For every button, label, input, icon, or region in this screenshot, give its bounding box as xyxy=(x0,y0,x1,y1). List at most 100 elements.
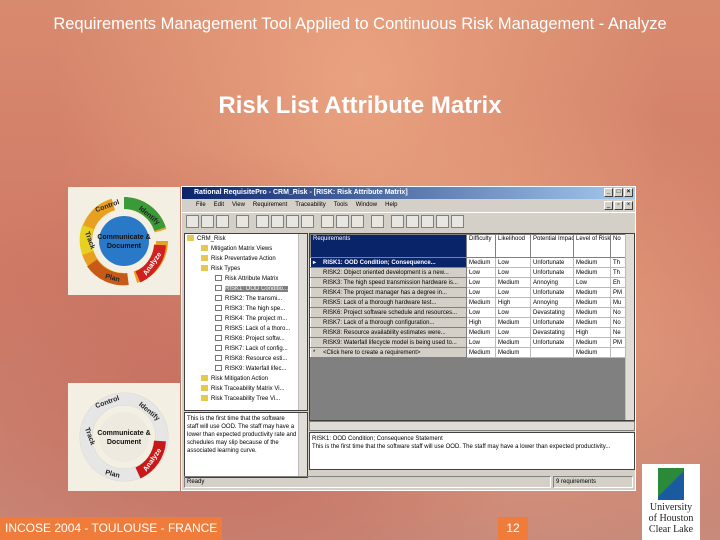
menu-help[interactable]: Help xyxy=(385,199,397,212)
toolbar-button-icon[interactable] xyxy=(186,215,199,228)
attribute-cell[interactable]: High xyxy=(466,317,496,328)
minimize-button[interactable]: _ xyxy=(604,188,613,197)
requirement-cell[interactable]: * <Click here to create a requirement> xyxy=(310,347,467,358)
table-row[interactable]: RISK8: Resource availability estimates w… xyxy=(310,327,627,338)
menu-window[interactable]: Window xyxy=(356,199,377,212)
toolbar-button-icon[interactable] xyxy=(336,215,349,228)
matrix-vertical-scrollbar[interactable] xyxy=(625,234,634,420)
attribute-cell[interactable]: Low xyxy=(466,277,496,288)
requirement-cell[interactable]: RISK8: Resource availability estimates w… xyxy=(310,327,467,338)
tree-item[interactable]: RISK8: Resource esti... xyxy=(185,354,307,364)
attribute-cell[interactable]: Devastating xyxy=(530,327,574,338)
attribute-cell[interactable]: High xyxy=(573,327,611,338)
requirement-cell[interactable]: RISK3: The high speed transmission hardw… xyxy=(310,277,467,288)
doc-close-button[interactable]: × xyxy=(624,201,633,210)
attribute-cell[interactable]: High xyxy=(495,297,531,308)
attribute-cell[interactable]: Annoying xyxy=(530,297,574,308)
maximize-button[interactable]: □ xyxy=(614,188,623,197)
attribute-cell[interactable]: Low xyxy=(495,307,531,318)
attribute-cell[interactable]: Low xyxy=(573,277,611,288)
toolbar-button-icon[interactable] xyxy=(451,215,464,228)
menu-edit[interactable]: Edit xyxy=(214,199,224,212)
toolbar-button-icon[interactable] xyxy=(236,215,249,228)
attribute-cell[interactable]: Unfortunate xyxy=(530,267,574,278)
attribute-cell[interactable]: Medium xyxy=(495,317,531,328)
tree-item[interactable]: RISK9: Waterfall lifec... xyxy=(185,364,307,374)
attribute-cell[interactable]: Medium xyxy=(573,257,611,268)
attribute-cell[interactable]: Medium xyxy=(573,267,611,278)
attribute-cell[interactable]: Unfortunate xyxy=(530,257,574,268)
matrix-horizontal-scrollbar[interactable] xyxy=(309,421,635,431)
toolbar-button-icon[interactable] xyxy=(321,215,334,228)
attribute-cell[interactable]: Devastating xyxy=(530,307,574,318)
attribute-cell[interactable]: Low xyxy=(466,307,496,318)
toolbar-button-icon[interactable] xyxy=(216,215,229,228)
tree-item[interactable]: RISK1: OOD Conditio... xyxy=(185,284,307,294)
menu-view[interactable]: View xyxy=(232,199,245,212)
attribute-cell[interactable]: Medium xyxy=(573,297,611,308)
tree-item[interactable]: Risk Preventative Action xyxy=(185,254,307,264)
table-row[interactable]: * <Click here to create a requirement> Med… xyxy=(310,347,627,358)
menu-file[interactable]: File xyxy=(196,199,206,212)
tree-item[interactable]: RISK5: Lack of a thoro... xyxy=(185,324,307,334)
tree-item[interactable]: RISK3: The high spe... xyxy=(185,304,307,314)
toolbar-button-icon[interactable] xyxy=(406,215,419,228)
attribute-cell[interactable]: Medium xyxy=(573,287,611,298)
requirement-cell[interactable]: RISK4: The project manager has a degree … xyxy=(310,287,467,298)
attribute-cell[interactable]: Medium xyxy=(466,257,496,268)
tree-item[interactable]: Mitigation Matrix Views xyxy=(185,244,307,254)
toolbar-button-icon[interactable] xyxy=(256,215,269,228)
table-row[interactable]: RISK4: The project manager has a degree … xyxy=(310,287,627,298)
requirement-cell[interactable]: RISK2: Object oriented development is a … xyxy=(310,267,467,278)
column-header[interactable]: Level of Risk xyxy=(573,234,611,258)
attribute-cell[interactable]: Medium xyxy=(495,277,531,288)
toolbar-button-icon[interactable] xyxy=(421,215,434,228)
close-button[interactable]: × xyxy=(624,188,633,197)
table-row[interactable]: RISK3: The high speed transmission hardw… xyxy=(310,277,627,288)
attribute-cell[interactable]: Low xyxy=(495,287,531,298)
tree-item[interactable]: RISK7: Lack of config... xyxy=(185,344,307,354)
doc-minimize-button[interactable]: _ xyxy=(604,201,613,210)
attribute-cell[interactable]: Medium xyxy=(573,347,611,358)
menu-tools[interactable]: Tools xyxy=(334,199,348,212)
attribute-cell[interactable]: Unfortunate xyxy=(530,317,574,328)
attribute-cell[interactable]: Low xyxy=(495,327,531,338)
doc-restore-button[interactable]: ▫ xyxy=(614,201,623,210)
column-header[interactable]: Requirements xyxy=(310,234,467,258)
table-row[interactable]: RISK9: Waterfall lifecycle model is bein… xyxy=(310,337,627,348)
requirement-cell[interactable]: RISK9: Waterfall lifecycle model is bein… xyxy=(310,337,467,348)
tree-item[interactable]: Risk Traceability Matrix Vi... xyxy=(185,384,307,394)
description-scrollbar[interactable] xyxy=(298,413,307,477)
toolbar-button-icon[interactable] xyxy=(301,215,314,228)
explorer-tree[interactable]: CRM_Risk Mitigation Matrix Views Risk Prev… xyxy=(184,233,308,411)
attribute-cell[interactable]: Medium xyxy=(495,347,531,358)
table-row[interactable]: RISK5: Lack of a thorough hardware test.… xyxy=(310,297,627,308)
tree-item[interactable]: Risk Types xyxy=(185,264,307,274)
toolbar-button-icon[interactable] xyxy=(371,215,384,228)
attribute-cell[interactable]: Medium xyxy=(573,337,611,348)
tree-item[interactable]: Risk Attribute Matrix xyxy=(185,274,307,284)
requirement-cell[interactable]: RISK5: Lack of a thorough hardware test.… xyxy=(310,297,467,308)
attribute-cell[interactable]: Unfortunate xyxy=(530,287,574,298)
attribute-cell[interactable]: Low xyxy=(466,337,496,348)
attribute-cell[interactable]: Medium xyxy=(495,337,531,348)
attribute-cell[interactable]: Medium xyxy=(466,347,496,358)
requirement-cell[interactable]: RISK6: Project software schedule and res… xyxy=(310,307,467,318)
toolbar-button-icon[interactable] xyxy=(391,215,404,228)
table-row[interactable]: RISK7: Lack of a thorough configuration.… xyxy=(310,317,627,328)
tree-scrollbar[interactable] xyxy=(298,234,307,410)
attribute-cell[interactable]: Low xyxy=(466,287,496,298)
toolbar-button-icon[interactable] xyxy=(286,215,299,228)
attribute-cell[interactable]: Unfortunate xyxy=(530,337,574,348)
attribute-cell[interactable]: Medium xyxy=(573,317,611,328)
table-row[interactable]: RISK2: Object oriented development is a … xyxy=(310,267,627,278)
requirement-cell[interactable]: ▸ RISK1: OOD Condition; Consequence... xyxy=(310,257,467,268)
tree-item[interactable]: RISK4: The project m... xyxy=(185,314,307,324)
column-header[interactable]: Likelihood xyxy=(495,234,531,258)
toolbar-button-icon[interactable] xyxy=(201,215,214,228)
attribute-cell[interactable]: Medium xyxy=(466,327,496,338)
tree-item[interactable]: CRM_Risk xyxy=(185,234,307,244)
column-header[interactable]: Potential Impact xyxy=(530,234,574,258)
toolbar-button-icon[interactable] xyxy=(436,215,449,228)
attribute-cell[interactable]: Low xyxy=(495,267,531,278)
